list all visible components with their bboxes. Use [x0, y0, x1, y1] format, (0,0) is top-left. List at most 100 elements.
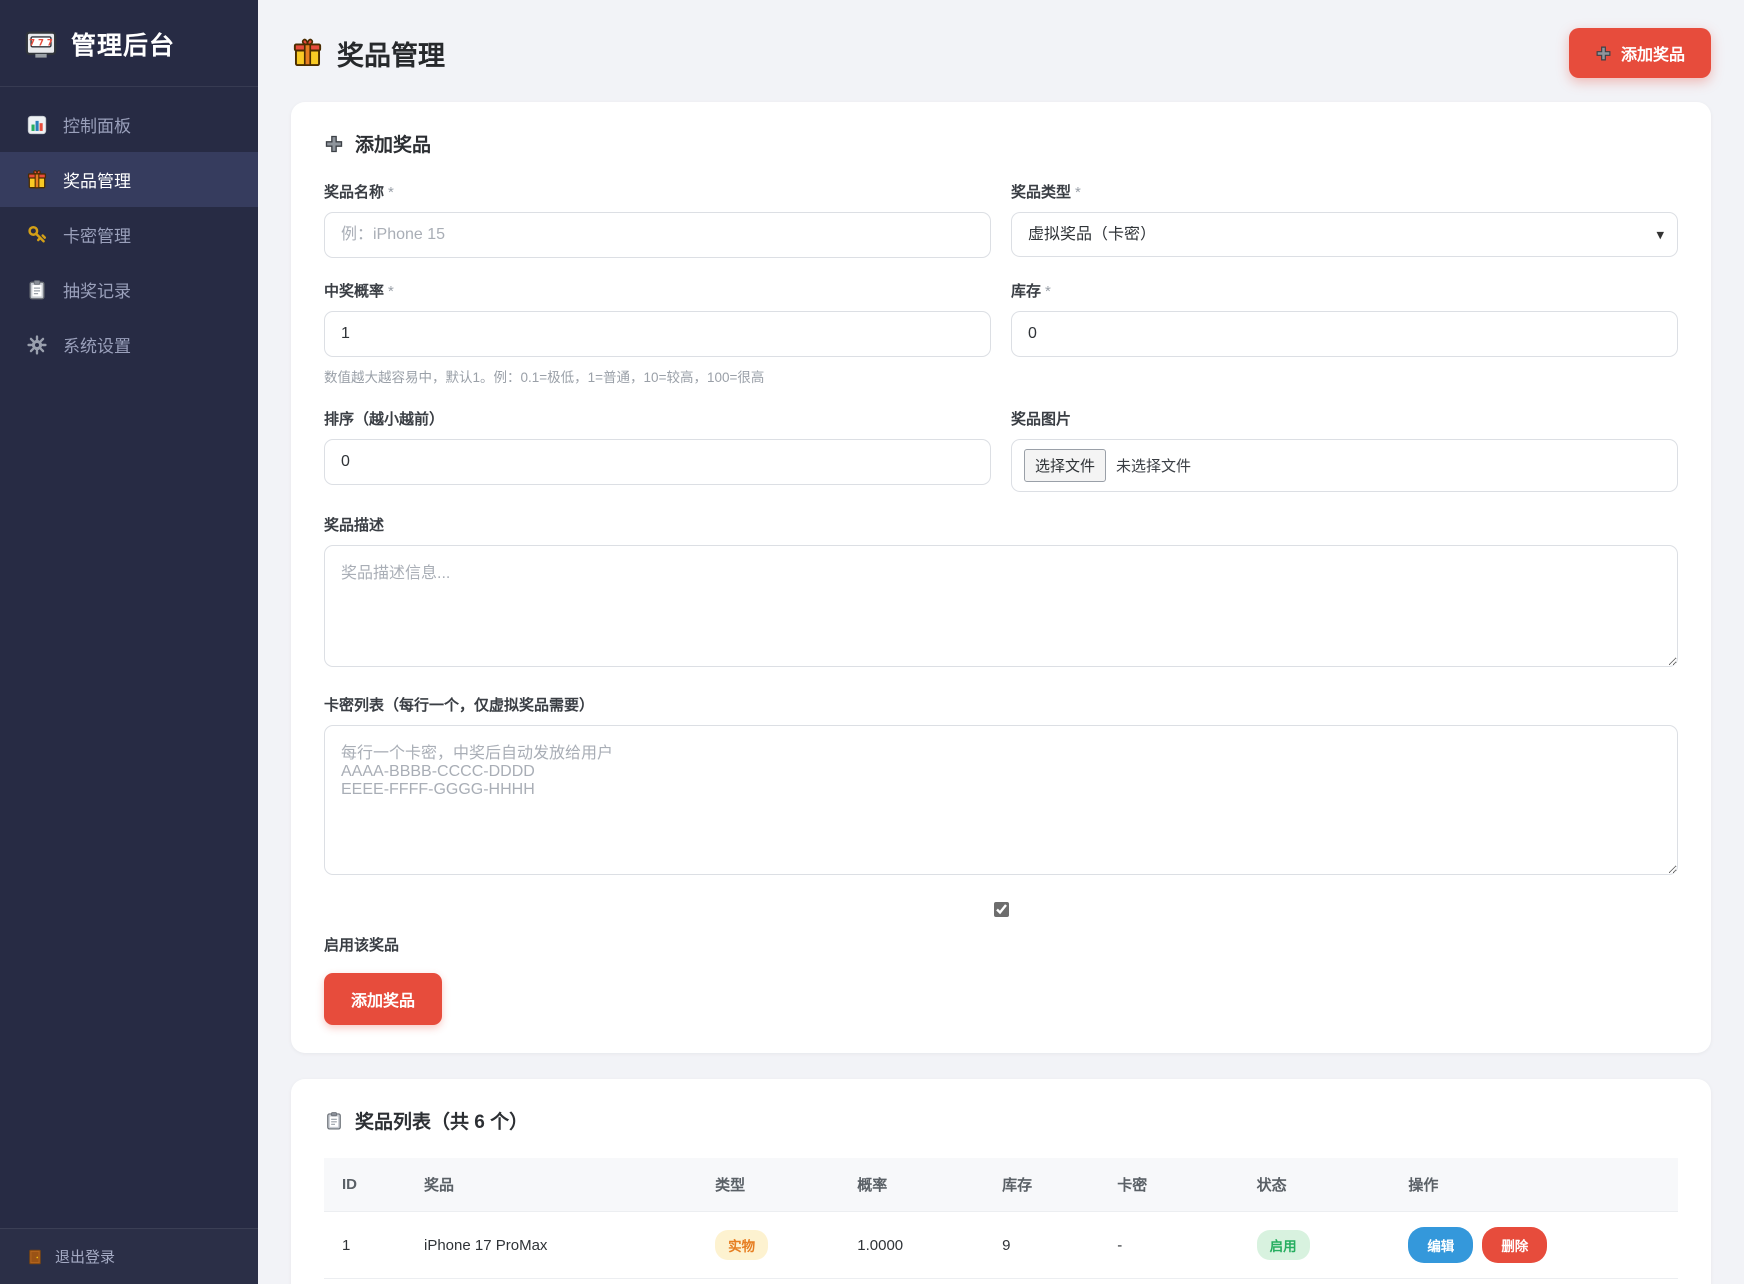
gift-icon	[291, 37, 324, 70]
probability-cell: 1.0000	[845, 1212, 990, 1279]
sidebar-item-label: 控制面板	[63, 112, 131, 137]
page-header: 奖品管理 添加奖品	[291, 28, 1711, 78]
status-badge: 启用	[1257, 1230, 1310, 1260]
column-header: 奖品	[412, 1158, 703, 1212]
choose-file-button[interactable]: 选择文件	[1024, 449, 1106, 482]
app-logo: 管理后台	[0, 0, 258, 87]
status-cell: 启用	[1245, 1212, 1397, 1279]
sidebar-item-label: 系统设置	[63, 332, 131, 357]
cardkey-cell: -	[1105, 1212, 1244, 1279]
required-mark: *	[388, 184, 394, 201]
page-title: 奖品管理	[291, 34, 445, 73]
prize-name-label: 奖品名称	[324, 184, 384, 201]
enable-prize-label: 启用该奖品	[324, 934, 1678, 955]
prize-name-cell: 美的电饭锅	[412, 1279, 703, 1284]
prize-type-select[interactable]: 虚拟奖品（卡密）	[1011, 212, 1678, 257]
delete-button[interactable]: 删除	[1482, 1227, 1547, 1263]
required-mark: *	[1045, 283, 1051, 300]
prize-list-title: 奖品列表（共 6 个）	[324, 1107, 1678, 1134]
cardkey-cell-text: -	[1117, 1237, 1122, 1254]
description-textarea[interactable]	[324, 545, 1678, 667]
door-icon	[26, 1248, 44, 1266]
sidebar-item-cardkeys[interactable]: 卡密管理	[0, 207, 258, 262]
prize-name-input[interactable]	[324, 212, 991, 258]
add-prize-header-button[interactable]: 添加奖品	[1569, 28, 1711, 78]
cardkeys-field: 卡密列表（每行一个，仅虚拟奖品需要）	[324, 694, 1678, 880]
plus-icon	[324, 134, 344, 154]
prize-id-cell: 1	[324, 1212, 412, 1279]
gift-icon	[26, 169, 48, 191]
file-status-text: 未选择文件	[1116, 455, 1191, 476]
prize-list-card: 奖品列表（共 6 个） ID奖品类型概率库存卡密状态操作 1iPhone 17 …	[291, 1079, 1711, 1284]
sidebar-item-settings[interactable]: 系统设置	[0, 317, 258, 372]
logout-button[interactable]: 退出登录	[0, 1228, 258, 1284]
prize-type-select-wrap: 虚拟奖品（卡密）	[1011, 212, 1678, 257]
prize-type-label: 奖品类型	[1011, 184, 1071, 201]
stock-cell: 9	[990, 1212, 1105, 1279]
prize-image-file-input[interactable]: 选择文件 未选择文件	[1011, 439, 1678, 492]
clipboard-icon	[324, 1111, 344, 1131]
slot-machine-icon	[24, 27, 58, 61]
column-header: 卡密	[1105, 1158, 1244, 1212]
prize-image-label: 奖品图片	[1011, 411, 1071, 428]
gear-icon	[26, 334, 48, 356]
probability-input[interactable]	[324, 311, 991, 357]
column-header: 库存	[990, 1158, 1105, 1212]
column-header: 操作	[1396, 1158, 1678, 1212]
stock-input[interactable]	[1011, 311, 1678, 357]
prize-name-cell: iPhone 17 ProMax	[412, 1212, 703, 1279]
description-label: 奖品描述	[324, 517, 384, 534]
logout-label: 退出登录	[55, 1246, 115, 1267]
description-field: 奖品描述	[324, 514, 1678, 672]
sidebar-item-label: 卡密管理	[63, 222, 131, 247]
prize-name-field: 奖品名称*	[324, 181, 991, 258]
plus-icon	[1595, 45, 1612, 62]
column-header: 类型	[703, 1158, 845, 1212]
probability-field: 中奖概率* 数值越大越容易中，默认1。例：0.1=极低，1=普通，10=较高，1…	[324, 280, 991, 386]
stock-field: 库存*	[1011, 280, 1678, 357]
sidebar-item-dashboard[interactable]: 控制面板	[0, 97, 258, 152]
sidebar-item-label: 抽奖记录	[63, 277, 131, 302]
cardkeys-textarea[interactable]	[324, 725, 1678, 875]
clipboard-icon	[26, 279, 48, 301]
status-cell: 启用	[1245, 1279, 1397, 1284]
probability-cell: 1.0000	[845, 1279, 990, 1284]
prize-table-row: 1iPhone 17 ProMax 实物 1.00009- 启用 编辑删除	[324, 1212, 1678, 1279]
prize-table-header: ID奖品类型概率库存卡密状态操作	[324, 1158, 1678, 1212]
sort-label: 排序（越小越前）	[324, 411, 444, 428]
prize-image-field: 奖品图片 选择文件 未选择文件	[1011, 408, 1678, 492]
chart-icon	[26, 114, 48, 136]
required-mark: *	[388, 283, 394, 300]
sidebar: 管理后台 控制面板奖品管理卡密管理抽奖记录系统设置 退出登录	[0, 0, 258, 1284]
column-header: 概率	[845, 1158, 990, 1212]
prize-type-badge: 实物	[715, 1230, 768, 1260]
sort-input[interactable]	[324, 439, 991, 485]
enable-prize-checkbox[interactable]	[994, 902, 1009, 917]
sidebar-item-prizes[interactable]: 奖品管理	[0, 152, 258, 207]
enable-checkbox-row	[324, 902, 1678, 922]
sort-field: 排序（越小越前）	[324, 408, 991, 485]
column-header: ID	[324, 1158, 412, 1212]
probability-help-text: 数值越大越容易中，默认1。例：0.1=极低，1=普通，10=较高，100=很高	[324, 366, 991, 386]
required-mark: *	[1075, 184, 1081, 201]
prize-type-field: 奖品类型* 虚拟奖品（卡密）	[1011, 181, 1678, 257]
edit-button[interactable]: 编辑	[1408, 1227, 1473, 1263]
stock-label: 库存	[1011, 283, 1041, 300]
cardkeys-label: 卡密列表（每行一个，仅虚拟奖品需要）	[324, 697, 594, 714]
prize-table: ID奖品类型概率库存卡密状态操作 1iPhone 17 ProMax 实物 1.00…	[324, 1158, 1678, 1284]
add-prize-card: 添加奖品 奖品名称* 奖品类型* 虚拟奖品（卡密） 中奖概率* 数值越大越容易中…	[291, 102, 1711, 1053]
sidebar-item-label: 奖品管理	[63, 167, 131, 192]
sidebar-nav: 控制面板奖品管理卡密管理抽奖记录系统设置	[0, 97, 258, 372]
cardkey-cell: 0 个	[1105, 1279, 1244, 1284]
submit-add-prize-button[interactable]: 添加奖品	[324, 973, 442, 1025]
actions-cell: 编辑删除	[1396, 1212, 1678, 1279]
stock-cell: 10	[990, 1279, 1105, 1284]
add-prize-card-title: 添加奖品	[324, 130, 1678, 157]
key-icon	[26, 224, 48, 246]
app-title: 管理后台	[71, 26, 175, 62]
prize-id-cell: 2	[324, 1279, 412, 1284]
probability-label: 中奖概率	[324, 283, 384, 300]
main-content: 奖品管理 添加奖品 添加奖品 奖品名称* 奖品类型* 虚拟奖品（卡密）	[258, 0, 1744, 1284]
sidebar-item-records[interactable]: 抽奖记录	[0, 262, 258, 317]
actions-cell: 编辑删除	[1396, 1279, 1678, 1284]
